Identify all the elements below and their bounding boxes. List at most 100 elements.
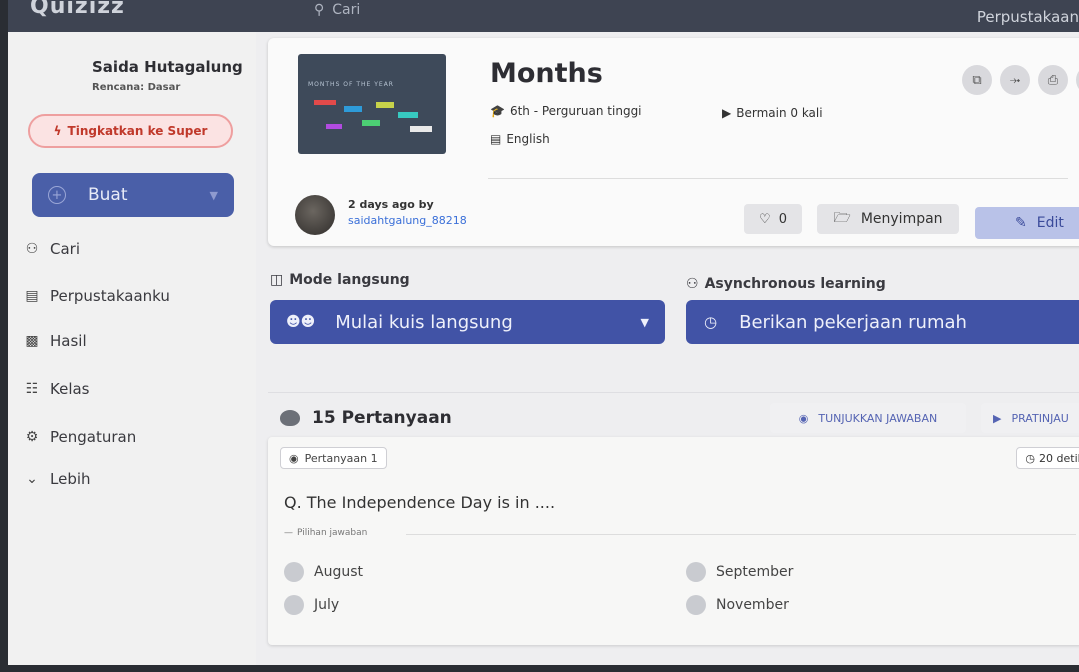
library-link[interactable]: Perpustakaan — [977, 8, 1079, 26]
preview-label: PRATINJAU — [1011, 411, 1069, 425]
show-answers-button[interactable]: ◉ TUNJUKKAN JAWABAN — [770, 403, 966, 433]
choice-text: November — [716, 597, 789, 613]
assign-homework-label: Berikan pekerjaan rumah — [739, 311, 967, 333]
edit-label: Edit — [1036, 215, 1064, 231]
questions-count: 15 Pertanyaan — [312, 408, 452, 428]
sidebar-item-label: Perpustakaanku — [50, 287, 170, 305]
sidebar-item-classes[interactable]: ☷ Kelas — [24, 380, 90, 398]
start-live-quiz-button[interactable]: ☻☻ Mulai kuis langsung ▼ — [270, 300, 665, 344]
clock-icon: ◷ — [704, 313, 718, 331]
thumbnail-shape — [362, 120, 380, 126]
play-icon: ▶ — [722, 106, 732, 120]
like-count: 0 — [778, 211, 787, 227]
main-content: MONTHS OF THE YEAR Months 🎓 6th - Pergur… — [256, 32, 1079, 665]
clock-icon: ◷ — [1025, 451, 1036, 465]
choices-dash: — — [284, 528, 293, 538]
lightning-icon: ϟ — [53, 124, 62, 138]
timer-text: 20 detik — [1039, 451, 1079, 465]
choice-text: August — [314, 564, 363, 580]
sidebar-item-label: Lebih — [50, 470, 91, 488]
question-card: ◉ Pertanyaan 1 ◷ 20 detik Q. The Indepen… — [268, 437, 1079, 645]
choice-item: August — [284, 562, 363, 582]
live-mode-label: Mode langsung — [289, 272, 410, 288]
subject-info: ▤ English — [490, 132, 550, 146]
edit-button[interactable]: ✎ Edit — [975, 207, 1079, 239]
quiz-action-icons: ⧉ ⤞ ⎙ ⌫ — [962, 65, 1079, 95]
user-plan: Rencana: Dasar — [92, 82, 181, 93]
search-people-icon: ⚇ — [25, 241, 39, 257]
group-icon: ⚇ — [686, 276, 699, 292]
start-live-label: Mulai kuis langsung — [335, 311, 513, 333]
sidebar-item-settings[interactable]: ⚙ Pengaturan — [24, 428, 137, 446]
gear-icon: ⚙ — [25, 429, 39, 445]
plays-text: Bermain 0 kali — [736, 106, 823, 120]
choice-dot — [686, 562, 706, 582]
like-button[interactable]: ♡ 0 — [744, 204, 802, 234]
choice-dot — [284, 562, 304, 582]
async-heading: ⚇ Asynchronous learning — [686, 276, 886, 292]
choices-divider — [406, 534, 1076, 535]
live-mode-heading: ◫ Mode langsung — [270, 272, 410, 288]
save-button[interactable]: 🗁 Menyimpan — [817, 204, 959, 234]
create-label: Buat — [88, 185, 128, 205]
caret-down-icon: ▼ — [209, 188, 218, 202]
print-icon[interactable]: ⎙ — [1038, 65, 1068, 95]
top-bar: Quizizz ⚲ Cari Perpustakaan — [8, 0, 1079, 32]
question-number-badge: ◉ Pertanyaan 1 — [280, 447, 387, 469]
save-label: Menyimpan — [860, 211, 943, 227]
thumbnail-title: MONTHS OF THE YEAR — [308, 81, 394, 88]
questions-icon — [280, 410, 300, 426]
users-icon: ☻☻ — [286, 314, 316, 330]
assign-homework-button[interactable]: ◷ Berikan pekerjaan rumah — [686, 300, 1079, 344]
share-icon[interactable]: ⤞ — [1000, 65, 1030, 95]
thumbnail-shape — [376, 102, 394, 108]
sidebar-item-search[interactable]: ⚇ Cari — [24, 240, 80, 258]
caret-down-icon: ▼ — [640, 315, 649, 329]
search-bar[interactable]: ⚲ Cari — [314, 2, 360, 18]
sidebar: Saida Hutagalung Rencana: Dasar ϟ Tingka… — [8, 32, 256, 665]
choice-item: November — [686, 595, 789, 615]
search-icon: ⚲ — [314, 2, 325, 18]
create-button[interactable]: + Buat ▼ — [32, 173, 234, 217]
thumbnail-shape — [326, 124, 342, 129]
sidebar-item-library[interactable]: ▤ Perpustakaanku — [24, 287, 170, 305]
section-divider — [268, 392, 1079, 393]
upgrade-button[interactable]: ϟ Tingkatkan ke Super — [28, 114, 233, 148]
folder-icon: 🗁 — [833, 210, 851, 226]
book-icon: ▤ — [490, 132, 502, 146]
thumbnail-shape — [410, 126, 432, 132]
card-divider — [488, 178, 1068, 179]
choice-dot — [284, 595, 304, 615]
choice-item: September — [686, 562, 793, 582]
sidebar-item-results[interactable]: ▩ Hasil — [24, 332, 87, 350]
copy-icon[interactable]: ⧉ — [962, 65, 992, 95]
choice-dot — [686, 595, 706, 615]
avatar[interactable] — [295, 195, 335, 235]
async-label: Asynchronous learning — [704, 276, 886, 292]
app-logo[interactable]: Quizizz — [30, 0, 125, 19]
app-screen: Quizizz ⚲ Cari Perpustakaan Saida Hutaga… — [8, 0, 1079, 665]
choice-text: September — [716, 564, 794, 580]
sidebar-item-label: Cari — [50, 240, 80, 258]
quiz-thumbnail: MONTHS OF THE YEAR — [298, 54, 446, 154]
created-ago: 2 days ago by — [348, 198, 434, 211]
heart-icon: ♡ — [759, 211, 771, 227]
eye-icon: ◉ — [798, 411, 809, 425]
search-placeholder: Cari — [332, 2, 361, 18]
quiz-title: Months — [490, 58, 603, 89]
grade-text: 6th - Perguruan tinggi — [509, 104, 642, 118]
quiz-card: MONTHS OF THE YEAR Months 🎓 6th - Pergur… — [268, 38, 1079, 246]
edit-icon: ✎ — [1015, 215, 1027, 231]
preview-button[interactable]: ▶ PRATINJAU — [981, 403, 1079, 433]
author-link[interactable]: saidahtgalung_88218 — [348, 214, 467, 227]
sidebar-item-label: Kelas — [50, 380, 90, 398]
sidebar-item-label: Pengaturan — [50, 428, 137, 446]
sidebar-item-more[interactable]: ⌄ Lebih — [24, 470, 91, 488]
plays-info: ▶ Bermain 0 kali — [722, 106, 823, 120]
choice-item: July — [284, 595, 339, 615]
chevron-down-icon: ⌄ — [26, 471, 38, 487]
sidebar-item-label: Hasil — [50, 332, 87, 350]
question-number: Pertanyaan 1 — [304, 451, 378, 465]
questions-heading: 15 Pertanyaan — [280, 408, 452, 428]
library-icon: ▤ — [25, 288, 39, 304]
